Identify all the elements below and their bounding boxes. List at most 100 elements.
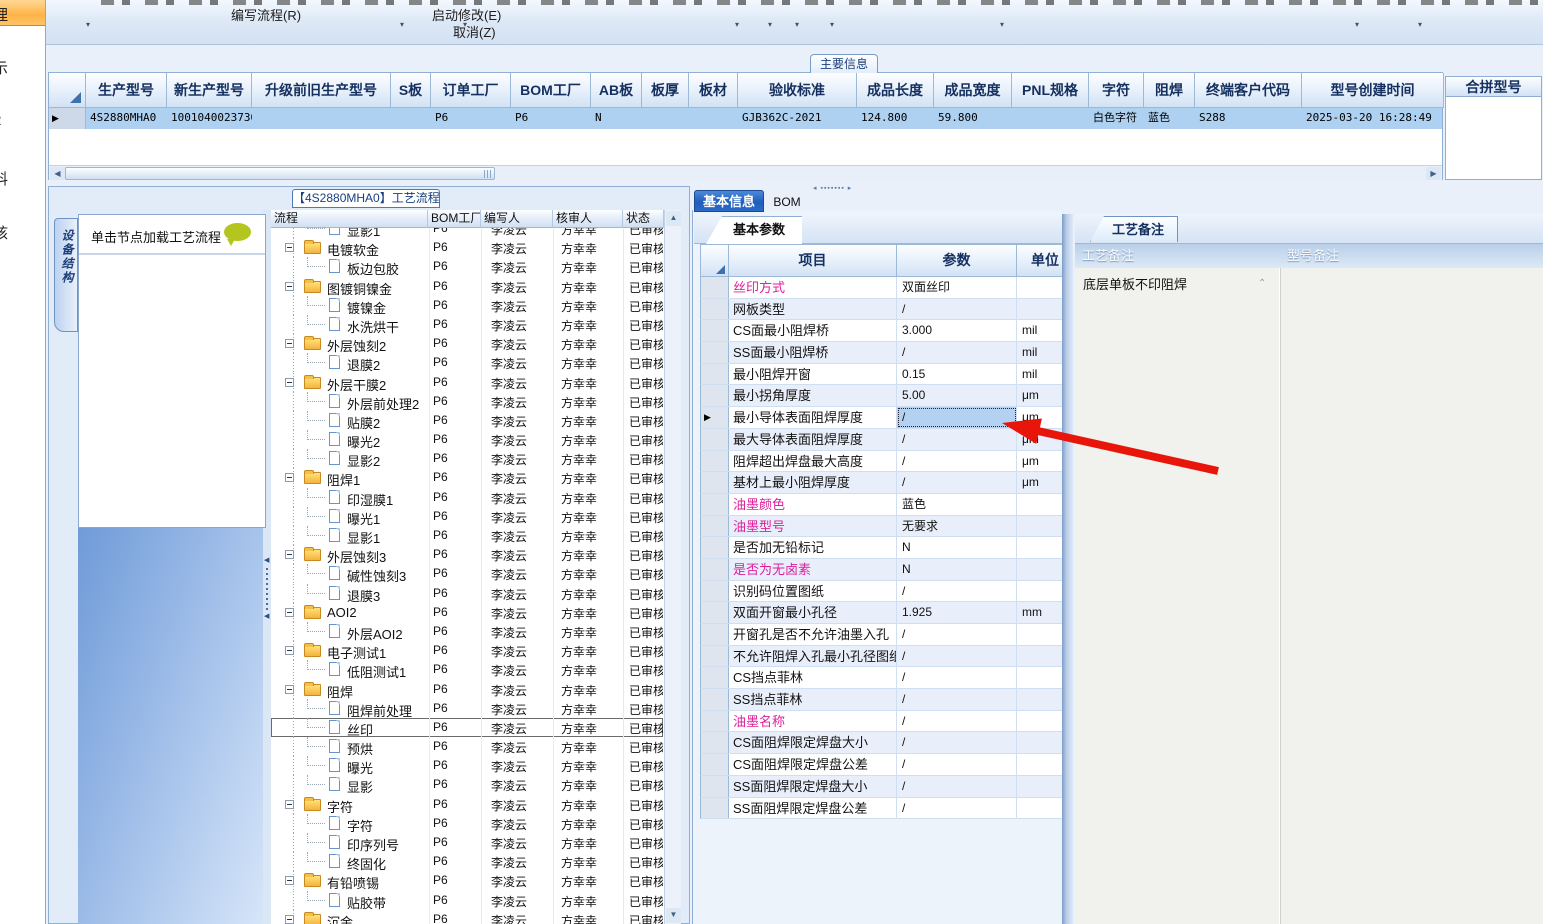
tree-node-label[interactable]: 图镀铜镍金	[327, 279, 392, 298]
tree-row-字符[interactable]: 字符 P6 李凌云 方幸幸 已审核	[271, 813, 664, 835]
tree-row-阻焊1[interactable]: 阻焊1 P6 李凌云 方幸幸 已审核	[271, 468, 664, 488]
tree-node-label[interactable]: 字符	[347, 816, 373, 835]
tree-node-label[interactable]: 印湿膜1	[347, 490, 393, 509]
param-value-cell[interactable]: N	[897, 558, 1017, 580]
param-row-selector[interactable]	[701, 537, 729, 558]
tab-main-info[interactable]: 主要信息	[810, 54, 878, 73]
param-value-cell[interactable]: /	[897, 428, 1017, 450]
param-value-cell[interactable]: /	[897, 407, 1017, 428]
main-col-8[interactable]: 板材	[689, 73, 738, 108]
param-value-cell[interactable]: /	[897, 689, 1017, 710]
main-cell[interactable]	[252, 108, 391, 129]
param-row-selector[interactable]	[701, 385, 729, 407]
tree-row-图镀铜镍金[interactable]: 图镀铜镍金 P6 李凌云 方幸幸 已审核	[271, 276, 664, 298]
hscrollbar-thumb[interactable]	[65, 167, 495, 180]
tree-row-沉金[interactable]: 沉金 P6 李凌云 方幸幸 已审核	[271, 909, 664, 924]
tree-row-贴膜2[interactable]: 贴膜2 P6 李凌云 方幸幸 已审核	[271, 410, 664, 431]
col-item[interactable]: 项目	[729, 245, 897, 277]
tree-row-外层蚀刻2[interactable]: 外层蚀刻2 P6 李凌云 方幸幸 已审核	[271, 334, 664, 354]
main-cell[interactable]: S288	[1195, 108, 1302, 129]
param-row-selector[interactable]	[701, 428, 729, 450]
param-value-cell[interactable]: /	[897, 450, 1017, 472]
tab-bom[interactable]: BOM	[766, 192, 808, 212]
param-value-cell[interactable]: /	[897, 580, 1017, 602]
param-value-cell[interactable]: /	[897, 775, 1017, 797]
param-row-CS挡点菲林[interactable]: CS挡点菲林 /	[700, 667, 1072, 690]
main-col-1[interactable]: 新生产型号	[167, 73, 252, 108]
param-row-最小拐角厚度[interactable]: 最小拐角厚度 5.00 μm	[700, 385, 1072, 408]
param-row-识别码位置图纸[interactable]: 识别码位置图纸 /	[700, 580, 1072, 603]
tree-row-电镀软金[interactable]: 电镀软金 P6 李凌云 方幸幸 已审核	[271, 238, 664, 259]
collapse-icon[interactable]	[285, 646, 294, 656]
left-nav-item[interactable]: 料	[0, 168, 23, 189]
process-note-text[interactable]: 底层单板不印阻焊	[1083, 274, 1187, 293]
write-flow-button[interactable]: 编写流程(R)	[231, 5, 301, 24]
tree-node-label[interactable]: 电镀软金	[327, 240, 379, 259]
param-row-selector[interactable]: ▶	[701, 407, 729, 428]
dropdown-caret-icon[interactable]: ▾	[1418, 20, 1422, 29]
param-value-cell[interactable]: /	[897, 645, 1017, 667]
tree-node-label[interactable]: 碱性蚀刻3	[347, 566, 406, 585]
tree-node-label[interactable]: 显影1	[347, 528, 380, 547]
param-row-selector[interactable]	[701, 645, 729, 667]
collapse-icon[interactable]	[285, 684, 294, 694]
param-row-基材上最小阻焊厚度[interactable]: 基材上最小阻焊厚度 / μm	[700, 472, 1072, 494]
main-cell[interactable]: 白色字符	[1089, 108, 1144, 129]
tree-row-退膜2[interactable]: 退膜2 P6 李凌云 方幸幸 已审核	[271, 353, 664, 373]
param-row-selector[interactable]	[701, 754, 729, 775]
tree-node-label[interactable]: 有铅喷锡	[327, 873, 379, 892]
param-row-selector[interactable]	[701, 298, 729, 320]
param-value-cell[interactable]: /	[897, 667, 1017, 689]
main-col-12[interactable]: PNL规格	[1012, 73, 1089, 108]
main-cell[interactable]: 59.800	[934, 108, 1012, 129]
dropdown-caret-icon[interactable]: ▾	[735, 20, 739, 29]
params-notes-splitter[interactable]	[1062, 214, 1073, 924]
tree-row-曝光2[interactable]: 曝光2 P6 李凌云 方幸幸 已审核	[271, 430, 664, 450]
tree-node-label[interactable]: 曝光1	[347, 509, 380, 528]
scroll-down-icon[interactable]: ▼	[666, 908, 681, 923]
merge-model-header[interactable]: 合拼型号	[1445, 76, 1542, 97]
tree-row-阻焊前处理[interactable]: 阻焊前处理 P6 李凌云 方幸幸 已审核	[271, 698, 664, 720]
left-nav-item[interactable]: 2	[0, 112, 23, 129]
main-cell[interactable]	[689, 108, 738, 129]
tree-node-label[interactable]: 镀镍金	[347, 298, 386, 317]
param-row-CS面阻焊限定焊盘公差[interactable]: CS面阻焊限定焊盘公差 /	[700, 754, 1072, 776]
tree-row-外层蚀刻3[interactable]: 外层蚀刻3 P6 李凌云 方幸幸 已审核	[271, 545, 664, 565]
tree-row-印序列号[interactable]: 印序列号 P6 李凌云 方幸幸 已审核	[271, 833, 664, 853]
tree-row-印湿膜1[interactable]: 印湿膜1 P6 李凌云 方幸幸 已审核	[271, 487, 664, 509]
param-row-selector[interactable]	[701, 775, 729, 797]
scroll-up-chevron-icon[interactable]: ⌃	[1258, 278, 1266, 289]
scroll-left-icon[interactable]: ◀	[50, 167, 65, 180]
main-col-14[interactable]: 阻焊	[1144, 73, 1195, 108]
collapse-left-icon[interactable]: ◀	[264, 612, 269, 620]
param-value-cell[interactable]: /	[897, 624, 1017, 645]
param-row-最小导体表面阻焊厚度[interactable]: ▶ 最小导体表面阻焊厚度 / μm	[700, 407, 1072, 429]
param-row-最大导体表面阻焊厚度[interactable]: 最大导体表面阻焊厚度 / μm	[700, 428, 1072, 451]
tab-process-notes[interactable]: 工艺备注	[1090, 216, 1178, 242]
tree-row-镀镍金[interactable]: 镀镍金 P6 李凌云 方幸幸 已审核	[271, 295, 664, 317]
tree-row-水洗烘干[interactable]: 水洗烘干 P6 李凌云 方幸幸 已审核	[271, 314, 664, 335]
tree-row-丝印[interactable]: 丝印 P6 李凌云 方幸幸 已审核	[271, 717, 664, 738]
left-nav-item[interactable]: 示	[0, 57, 23, 78]
param-row-selector[interactable]	[701, 472, 729, 493]
col-value[interactable]: 参数	[897, 245, 1017, 277]
param-value-cell[interactable]: 双面丝印	[897, 277, 1017, 298]
main-cell[interactable]: GJB362C-2021	[738, 108, 857, 129]
tree-row-显影[interactable]: 显影 P6 李凌云 方幸幸 已审核	[271, 775, 664, 795]
param-row-SS挡点菲林[interactable]: SS挡点菲林 /	[700, 689, 1072, 711]
main-col-7[interactable]: 板厚	[642, 73, 689, 108]
param-row-不允许阻焊入孔最小孔径图纸[interactable]: 不允许阻焊入孔最小孔径图纸 /	[700, 645, 1072, 668]
main-cell[interactable]	[1012, 108, 1089, 129]
tree-row-碱性蚀刻3[interactable]: 碱性蚀刻3 P6 李凌云 方幸幸 已审核	[271, 564, 664, 585]
dropdown-caret-icon[interactable]: ▾	[795, 20, 799, 29]
tree-col-0[interactable]: 流程	[271, 210, 428, 228]
tree-row-AOI2[interactable]: AOI2 P6 李凌云 方幸幸 已审核	[271, 602, 664, 622]
tab-basic-info[interactable]: 基本信息	[694, 190, 764, 212]
tree-node-label[interactable]: 电子测试1	[327, 643, 386, 662]
tree-node-label[interactable]: 阻焊前处理	[347, 701, 412, 720]
main-cell[interactable]: 124.800	[857, 108, 934, 129]
collapse-left-icon[interactable]: ◀	[264, 556, 269, 564]
param-select-corner[interactable]	[701, 245, 729, 277]
param-value-cell[interactable]: N	[897, 537, 1017, 558]
tree-row-显影1[interactable]: 显影1 P6 李凌云 方幸幸 已审核	[271, 526, 664, 547]
